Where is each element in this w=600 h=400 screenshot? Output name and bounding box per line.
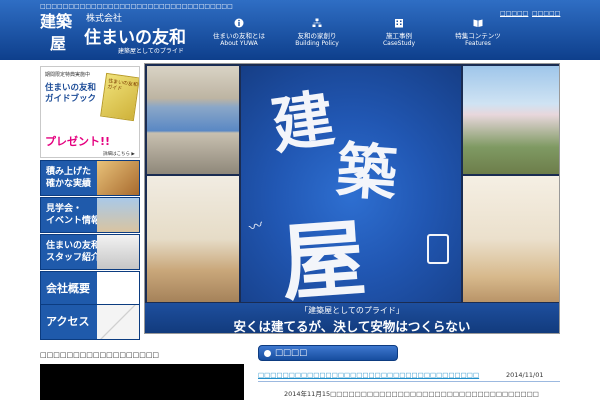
sidebar-banner-events[interactable]: 見学会・ イベント情報 (40, 197, 140, 233)
news-item-excerpt: 2014年11月15□□□□□□□□□□□□□□□□□□□□□□□□□□□□□□… (284, 390, 539, 398)
logo-line-2: 屋 (50, 34, 67, 53)
banner-events-label: 見学会・ イベント情報 (46, 203, 100, 227)
guide-title-line-2: ガイドブック (45, 94, 97, 104)
nav-building-policy-jp: 友和の家創り (297, 32, 337, 40)
photo-skylight (147, 66, 239, 174)
logo-line-1: 建築 (40, 12, 73, 31)
site-header: □□□□□□□□□□□□□□□□□□□□□□□□□□□□□□□□□□ 建築 屋 … (0, 0, 600, 60)
nav-features-en: Features (465, 40, 491, 47)
photo-house-exterior (463, 66, 559, 174)
top-link-2[interactable]: □□□□□ (532, 10, 560, 17)
caption-large: 安くは建てるが、決して安物はつくらない (233, 319, 471, 334)
nav-case-study-en: CaseStudy (382, 40, 415, 47)
nav-building-policy[interactable]: 友和の家創り Building Policy (282, 18, 352, 50)
company-name[interactable]: 住まいの友和 (84, 23, 186, 48)
news-item-title[interactable]: □□□□□□□□□□□□□□□□□□□□□□□□□□□□□□□□□□□□ (258, 371, 498, 379)
banner-staff-label: 住まいの友和 スタッフ紹介 (46, 240, 100, 264)
nav-case-study[interactable]: 施工事例 CaseStudy (364, 18, 434, 50)
staff-photo (97, 235, 139, 269)
guidebook-image: 住まいの友和ガイド (100, 72, 139, 122)
sidebar-banner-company[interactable]: 会社概要 (40, 271, 140, 307)
guide-detail-link[interactable]: 詳細はこちら ▶ (103, 151, 135, 157)
nav-about-en: About YUWA (220, 40, 258, 47)
banner-line-2: イベント情報 (46, 216, 101, 226)
hierarchy-icon (312, 18, 322, 27)
bullet-icon (264, 350, 271, 357)
photo-living-room (463, 176, 559, 302)
track-record-photo (97, 161, 139, 195)
info-icon (234, 18, 244, 28)
banner-line-1: 住まいの友和 (46, 241, 101, 251)
calligraphy-signature-icon: 〰 (247, 217, 266, 237)
news-tab-label: □□□□ (275, 348, 308, 358)
banner-line-1: 積み上げた (46, 167, 92, 177)
nav-about-jp: 住まいの友和とは (213, 32, 265, 40)
nav-features-jp: 特集コンテンツ (455, 32, 501, 40)
banner-access-label: アクセス (46, 315, 90, 328)
nav-case-study-jp: 施工事例 (386, 32, 412, 40)
main-visual: 建 築 屋 〰 「建築屋としてのプライド」 安くは建てるが、決して安物はつくらな… (144, 63, 560, 334)
guide-title: 住まいの友和 ガイドブック (45, 83, 96, 105)
video-player[interactable] (40, 364, 244, 400)
top-link-1[interactable]: □□□□□ (500, 10, 528, 17)
seal-stamp-icon (427, 234, 449, 264)
nav-about[interactable]: 住まいの友和とは About YUWA (204, 18, 274, 50)
news-tab[interactable]: □□□□ (258, 345, 398, 361)
banner-track-record-label: 積み上げた 確かな実績 (46, 166, 91, 190)
sidebar-banner-access[interactable]: アクセス (40, 304, 140, 340)
logo-calligraphy[interactable]: 建築 屋 (40, 12, 78, 56)
guide-title-line-1: 住まいの友和 (45, 83, 97, 93)
news-item-date: 2014/11/01 (506, 371, 544, 379)
nav-features[interactable]: 特集コンテンツ Features (443, 18, 513, 50)
left-section-heading: □□□□□□□□□□□□□□□□□□ (40, 351, 160, 359)
caption-small: 「建築屋としてのプライド」 (300, 306, 404, 315)
header-tagline: □□□□□□□□□□□□□□□□□□□□□□□□□□□□□□□□□□ (40, 3, 233, 10)
banner-company-label: 会社概要 (46, 282, 90, 295)
events-photo (97, 198, 139, 232)
sidebar-banner-track-record[interactable]: 積み上げた 確かな実績 (40, 160, 140, 196)
map-photo (97, 305, 139, 339)
calligraphy-char-1: 建 (266, 81, 339, 163)
company-logo-photo (97, 272, 139, 306)
guide-present-text: プレゼント!! (45, 135, 111, 148)
book-icon (473, 19, 483, 27)
building-icon (395, 19, 403, 28)
calligraphy-banner: 建 築 屋 〰 (241, 66, 461, 302)
banner-line-2: 確かな実績 (46, 179, 92, 189)
hero-caption: 「建築屋としてのプライド」 安くは建てるが、決して安物はつくらない (145, 303, 559, 334)
banner-line-2: スタッフ紹介 (46, 253, 101, 263)
guidebook-present-banner[interactable]: 期間限定特典実施中 住まいの友和 ガイドブック 住まいの友和ガイド プレゼント!… (40, 66, 140, 158)
photo-dining-room (147, 176, 239, 302)
news-divider (258, 381, 560, 382)
calligraphy-char-3: 屋 (278, 208, 369, 302)
guidebook-cover-text: 住まいの友和ガイド (106, 78, 139, 93)
banner-line-1: 見学会・ (46, 204, 83, 214)
company-subtitle: 建築屋としてのプライド (118, 48, 184, 55)
nav-building-policy-en: Building Policy (295, 40, 339, 47)
sidebar-banner-staff[interactable]: 住まいの友和 スタッフ紹介 (40, 234, 140, 270)
guide-small-text: 期間限定特典実施中 (45, 72, 91, 78)
